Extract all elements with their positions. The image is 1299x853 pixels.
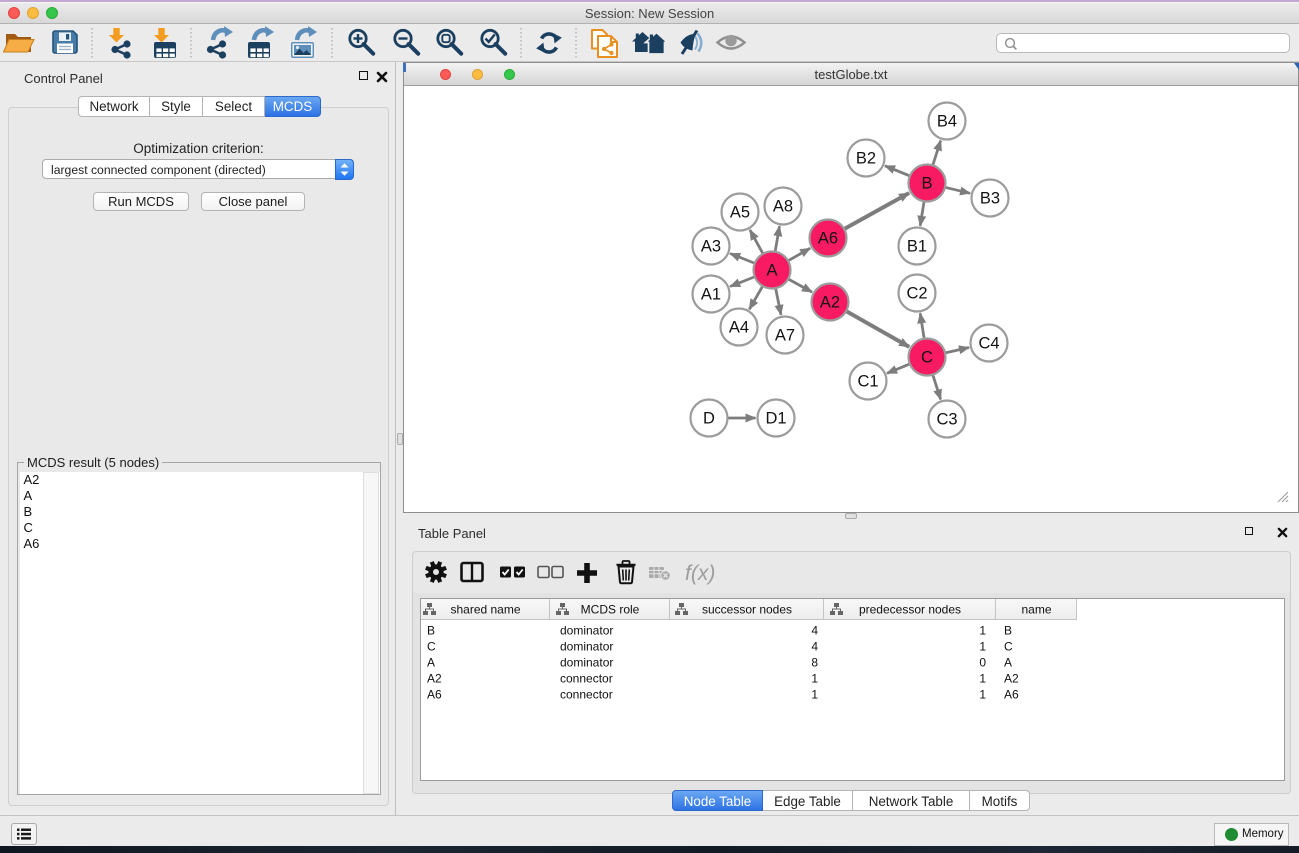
svg-text:A6: A6 bbox=[1004, 688, 1019, 702]
svg-text:B4: B4 bbox=[937, 113, 957, 131]
svg-text:name: name bbox=[1021, 603, 1051, 617]
svg-text:B2: B2 bbox=[856, 150, 876, 168]
svg-text:A3: A3 bbox=[701, 238, 721, 256]
svg-text:A6: A6 bbox=[818, 230, 838, 248]
svg-text:A7: A7 bbox=[775, 327, 795, 345]
svg-text:A: A bbox=[766, 262, 777, 280]
svg-text:1: 1 bbox=[979, 688, 986, 702]
svg-text:A4: A4 bbox=[729, 319, 749, 337]
svg-text:f(x): f(x) bbox=[685, 562, 715, 585]
svg-text:C2: C2 bbox=[906, 285, 927, 303]
svg-text:A2: A2 bbox=[427, 672, 442, 686]
svg-text:B1: B1 bbox=[907, 238, 927, 256]
svg-text:D: D bbox=[703, 410, 715, 428]
svg-text:1: 1 bbox=[811, 688, 818, 702]
svg-text:dominator: dominator bbox=[560, 640, 613, 654]
svg-text:A8: A8 bbox=[773, 198, 793, 216]
svg-text:1: 1 bbox=[979, 624, 986, 638]
svg-text:1: 1 bbox=[979, 672, 986, 686]
svg-text:predecessor nodes: predecessor nodes bbox=[859, 603, 961, 617]
svg-text:shared name: shared name bbox=[450, 603, 520, 617]
svg-text:0: 0 bbox=[979, 656, 986, 670]
svg-text:A2: A2 bbox=[820, 294, 840, 312]
svg-text:connector: connector bbox=[560, 688, 613, 702]
svg-text:successor nodes: successor nodes bbox=[702, 603, 792, 617]
svg-text:1: 1 bbox=[811, 672, 818, 686]
svg-text:B3: B3 bbox=[980, 190, 1000, 208]
svg-text:C4: C4 bbox=[978, 335, 999, 353]
svg-text:MCDS role: MCDS role bbox=[581, 603, 640, 617]
svg-text:A: A bbox=[1004, 656, 1012, 670]
svg-text:1: 1 bbox=[979, 640, 986, 654]
svg-text:B: B bbox=[921, 175, 932, 193]
svg-text:D1: D1 bbox=[765, 410, 786, 428]
svg-text:C3: C3 bbox=[936, 411, 957, 429]
svg-text:C1: C1 bbox=[857, 373, 878, 391]
svg-text:B: B bbox=[1004, 624, 1012, 638]
svg-text:4: 4 bbox=[811, 624, 818, 638]
svg-text:A5: A5 bbox=[730, 204, 750, 222]
svg-text:C: C bbox=[427, 640, 436, 654]
svg-text:4: 4 bbox=[811, 640, 818, 654]
svg-text:C: C bbox=[921, 349, 933, 367]
svg-text:A: A bbox=[427, 656, 435, 670]
svg-text:dominator: dominator bbox=[560, 624, 613, 638]
svg-text:A2: A2 bbox=[1004, 672, 1019, 686]
svg-text:8: 8 bbox=[811, 656, 818, 670]
svg-text:A1: A1 bbox=[701, 286, 721, 304]
svg-text:C: C bbox=[1004, 640, 1013, 654]
svg-text:dominator: dominator bbox=[560, 656, 613, 670]
svg-text:B: B bbox=[427, 624, 435, 638]
svg-text:A6: A6 bbox=[427, 688, 442, 702]
svg-text:connector: connector bbox=[560, 672, 613, 686]
